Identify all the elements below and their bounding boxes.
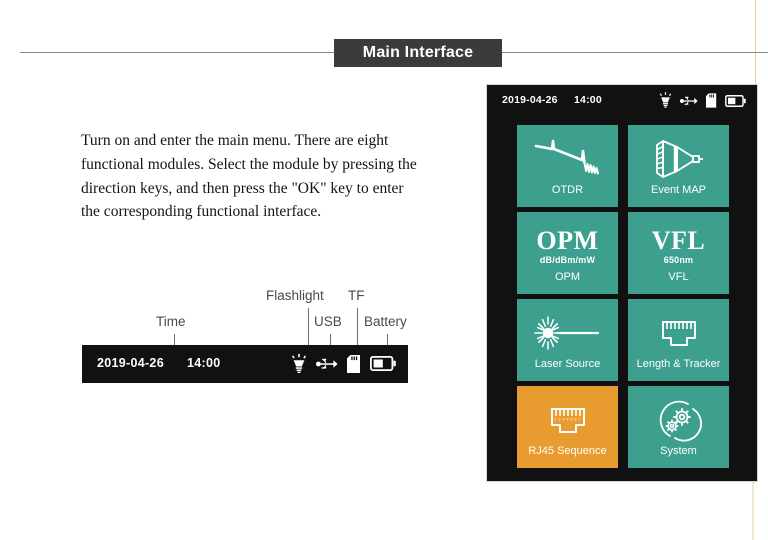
menu-tile-label: VFL [668,271,689,283]
menu-tile-label: Laser Source [534,358,601,370]
menu-tile-label: RJ45 Sequence [528,445,607,457]
laser-source-icon [532,310,604,356]
menu-tile-label: System [660,445,697,457]
rj45-icon [654,310,704,356]
device-status-time: 14:00 [574,94,602,106]
vfl-text-icon: VFL 650nm [652,223,706,269]
opm-big-text: OPM [536,225,599,255]
usb-icon [316,357,338,376]
event-map-icon [651,136,707,182]
annotation-label-usb: USB [314,314,342,329]
menu-tile-rj45-sequence[interactable]: 1 2 3 4 5 6 7 RJ45 Sequence [517,386,618,468]
menu-tile-event-map[interactable]: Event MAP [628,125,729,207]
menu-tile-vfl[interactable]: VFL 650nm VFL [628,212,729,294]
opm-sub-text: dB/dBm/mW [539,254,596,265]
sample-status-icons [291,354,396,378]
otdr-trace-icon [532,136,604,182]
device-status-bar: 2019-04-26 14:00 [487,85,759,115]
page-header: Main Interface [0,38,768,70]
leader-line-time [174,334,175,345]
svg-text:7: 7 [578,417,581,422]
opm-text-icon: OPM dB/dBm/mW [536,223,598,269]
svg-text:3: 3 [562,417,565,422]
menu-tile-label: Event MAP [650,184,707,196]
svg-text:6: 6 [574,417,577,422]
sample-status-time: 14:00 [187,356,221,370]
flashlight-icon [659,92,672,113]
leader-line-usb [330,334,331,345]
vfl-big-text: VFL [651,225,706,255]
menu-tile-label: OTDR [551,184,584,196]
menu-tile-laser-source[interactable]: Laser Source [517,299,618,381]
gears-icon [654,397,704,443]
tf-card-icon [347,354,361,378]
menu-tile-label: OPM [554,271,581,283]
battery-icon [369,355,396,376]
main-menu-grid: OTDR Event MAP OPM dB/dBm/mW OPM VFL 650… [517,125,729,468]
menu-tile-label: Length & Tracker [636,358,721,370]
device-screen: 2019-04-26 14:00 OTDR Event MAP OPM dB/d… [486,84,758,482]
sample-status-bar: 2019-04-26 14:00 [82,345,408,383]
battery-icon [725,94,746,112]
leader-line-flashlight [308,308,309,345]
description-paragraph: Turn on and enter the main menu. There a… [81,132,417,221]
rj45-icon: 1 2 3 4 5 6 7 [543,397,593,443]
device-status-icons [659,92,746,113]
tf-card-icon [706,92,717,113]
leader-line-battery [387,334,388,345]
menu-tile-otdr[interactable]: OTDR [517,125,618,207]
vfl-sub-text: 650nm [663,254,694,265]
svg-text:2: 2 [558,417,561,422]
svg-text:5: 5 [570,417,573,422]
sample-status-date: 2019-04-26 [97,356,164,370]
device-status-date: 2019-04-26 [502,94,558,106]
page-title: Main Interface [334,39,502,67]
annotation-label-time: Time [156,314,186,329]
menu-tile-opm[interactable]: OPM dB/dBm/mW OPM [517,212,618,294]
annotation-label-flashlight: Flashlight [266,288,324,303]
annotation-label-battery: Battery [364,314,407,329]
svg-text:1: 1 [554,417,557,422]
svg-text:4: 4 [566,417,569,422]
flashlight-icon [291,354,307,378]
annotation-label-tf: TF [348,288,365,303]
usb-icon [680,94,698,112]
leader-line-tf [357,308,358,345]
menu-tile-system[interactable]: System [628,386,729,468]
menu-tile-length-tracker[interactable]: Length & Tracker [628,299,729,381]
